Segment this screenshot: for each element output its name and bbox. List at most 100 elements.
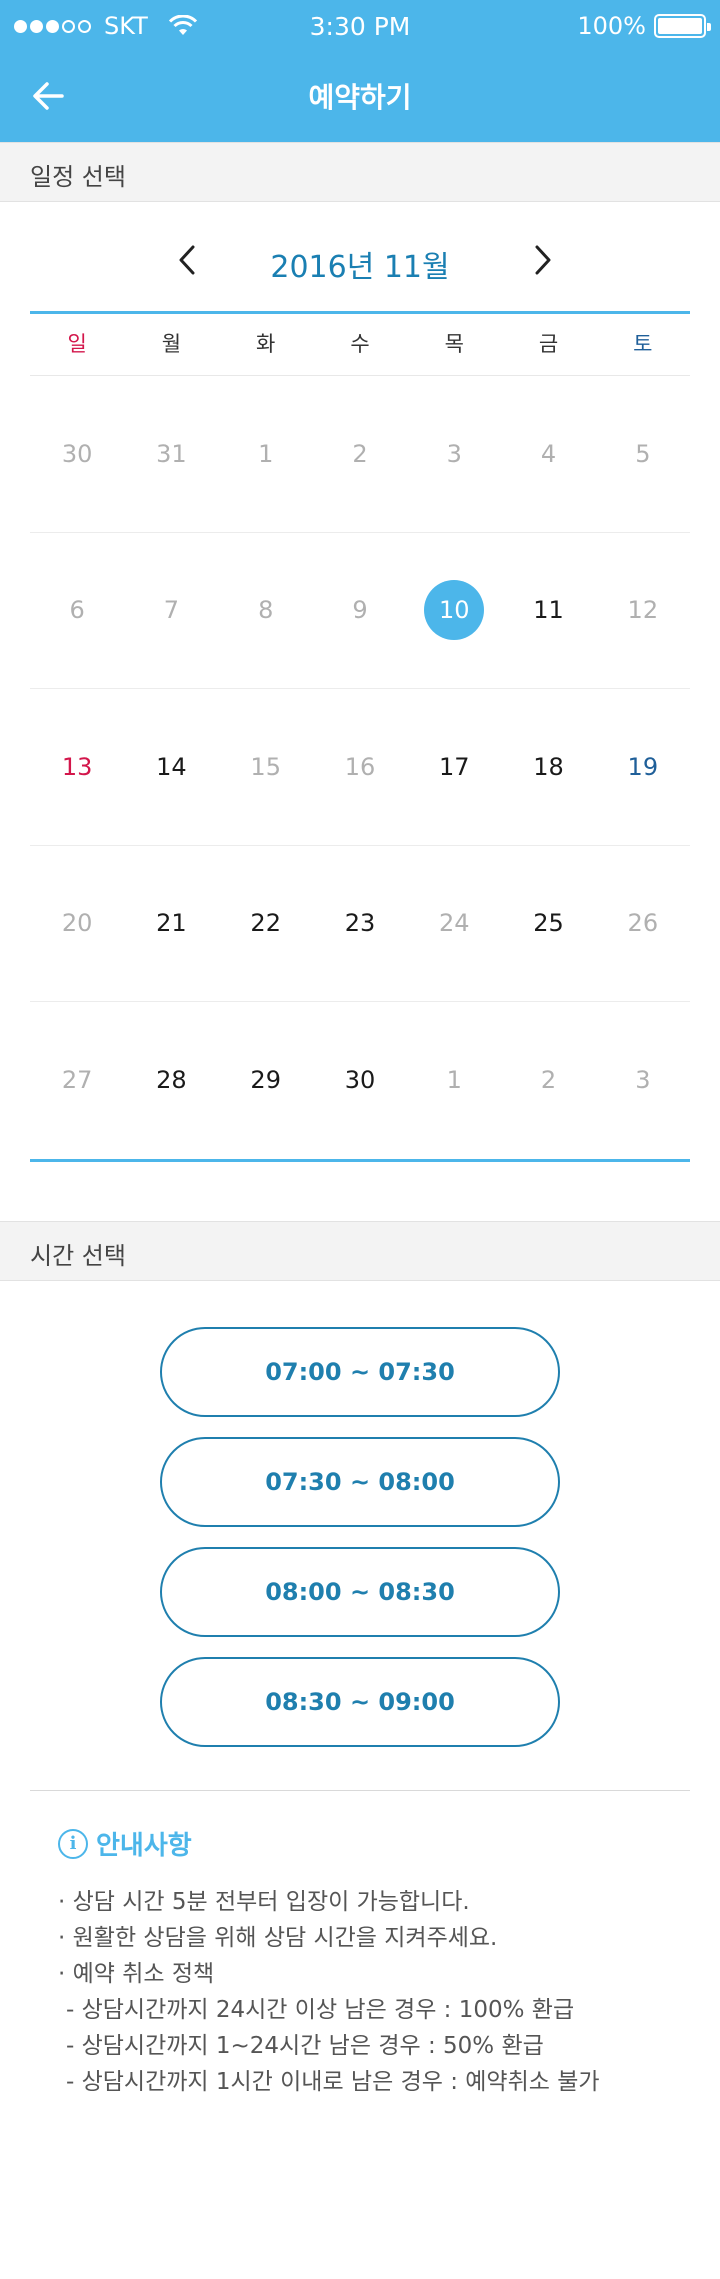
notice-line: - 상담시간까지 24시간 이상 남은 경우 : 100% 환급 <box>66 1997 575 2023</box>
notice-line: - 상담시간까지 1시간 이내로 남은 경우 : 예약취소 불가 <box>66 2069 600 2095</box>
calendar-week-row: 27 28 29 30 1 2 3 <box>30 1002 690 1159</box>
next-month-button[interactable] <box>520 238 564 282</box>
calendar-day[interactable]: 21 <box>124 846 218 1002</box>
calendar-day-number: 14 <box>156 752 187 781</box>
calendar-day[interactable]: 30 <box>313 1002 407 1159</box>
calendar-day-number: 15 <box>250 752 281 781</box>
calendar-day-number: 17 <box>438 752 470 781</box>
time-section-header: 시간 선택 <box>0 1221 720 1281</box>
calendar-day[interactable]: 29 <box>219 1002 313 1159</box>
calendar-day-selected[interactable]: 10 <box>407 533 501 689</box>
calendar-day-number: 3 <box>446 439 462 468</box>
calendar-day-number: 7 <box>163 596 180 625</box>
calendar-day[interactable]: 14 <box>124 689 218 845</box>
calendar-day-number: 10 <box>424 580 485 641</box>
calendar-day-number: 20 <box>61 909 93 938</box>
calendar-day-number: 27 <box>61 1066 93 1095</box>
calendar-day: 31 <box>124 376 218 532</box>
calendar-day-number: 30 <box>61 439 93 468</box>
calendar-day: 30 <box>30 376 124 532</box>
calendar-day[interactable]: 17 <box>407 689 501 845</box>
calendar-week-row: 13 14 15 16 17 18 19 <box>30 689 690 846</box>
battery-icon <box>654 14 711 38</box>
weekday-label: 월 <box>161 332 182 356</box>
calendar-day-number: 2 <box>352 439 368 468</box>
calendar-day-number: 12 <box>627 596 659 625</box>
weekday-label: 수 <box>350 332 370 356</box>
calendar-week-row: 30 31 1 2 3 4 5 <box>30 376 690 533</box>
calendar-day: 26 <box>596 846 690 1002</box>
divider <box>30 1790 690 1791</box>
calendar-day-number: 9 <box>352 596 368 625</box>
schedule-section-header: 일정 선택 <box>0 142 720 202</box>
calendar-day: 12 <box>596 533 690 689</box>
calendar-day-number: 22 <box>250 909 281 938</box>
notice-title: i 안내사항 <box>58 1825 678 1862</box>
calendar-week-row: 6 7 8 9 10 11 12 <box>30 533 690 689</box>
calendar-day: 1 <box>219 376 313 532</box>
status-right: 100% <box>577 12 711 40</box>
weekday-label: 토 <box>633 332 653 356</box>
calendar-day-number: 30 <box>344 1066 376 1095</box>
calendar-day: 1 <box>407 1002 501 1159</box>
calendar-day: 8 <box>219 533 313 689</box>
calendar-day: 3 <box>596 1002 690 1159</box>
time-slot-button[interactable]: 07:00 ~ 07:30 <box>160 1327 560 1417</box>
notice-box: i 안내사항 · 상담 시간 5분 전부터 입장이 가능합니다. · 원활한 상담… <box>58 1825 678 2100</box>
calendar-day-number: 6 <box>69 596 85 625</box>
calendar-day-number: 26 <box>627 909 659 938</box>
info-icon: i <box>58 1828 88 1859</box>
calendar-day: 6 <box>30 533 124 689</box>
calendar-day-number: 24 <box>438 909 470 938</box>
calendar-day-number: 16 <box>344 752 376 781</box>
calendar-day[interactable]: 22 <box>219 846 313 1002</box>
notice-lines: · 상담 시간 5분 전부터 입장이 가능합니다. · 원활한 상담을 위해 상담… <box>58 1884 678 2100</box>
calendar-day[interactable]: 19 <box>596 689 690 845</box>
calendar-day[interactable]: 25 <box>501 846 595 1002</box>
calendar-day-number: 2 <box>540 1066 557 1095</box>
calendar-day-number: 25 <box>533 909 564 938</box>
calendar-day: 27 <box>30 1002 124 1159</box>
time-section-label: 시간 선택 <box>30 1242 126 1270</box>
time-slot-button[interactable]: 08:00 ~ 08:30 <box>160 1547 560 1637</box>
notice-line: · 예약 취소 정책 <box>58 1961 215 1987</box>
calendar-day: 2 <box>313 376 407 532</box>
calendar-weeks: 30 31 1 2 3 4 5 6 7 8 9 10 11 12 13 14 15 16 17 18 19 20 21 22 2… <box>30 376 690 1159</box>
time-slot-button[interactable]: 08:30 ~ 09:00 <box>160 1657 560 1747</box>
time-slot-button[interactable]: 07:30 ~ 08:00 <box>160 1437 560 1527</box>
calendar-day[interactable]: 13 <box>30 689 124 845</box>
calendar-day: 9 <box>313 533 407 689</box>
calendar-day: 5 <box>596 376 690 532</box>
calendar-day[interactable]: 18 <box>501 689 595 845</box>
calendar-day[interactable]: 11 <box>501 533 595 689</box>
schedule-section-label: 일정 선택 <box>30 163 126 191</box>
calendar-day-number: 29 <box>250 1066 281 1095</box>
calendar-day[interactable]: 23 <box>313 846 407 1002</box>
calendar-day-number: 1 <box>258 439 274 468</box>
notice-line: · 원활한 상담을 위해 상담 시간을 지켜주세요. <box>58 1925 498 1951</box>
calendar-day: 20 <box>30 846 124 1002</box>
app-header: SKT 3:30 PM 100% 예약하기 <box>0 0 720 142</box>
time-slot-list: 07:00 ~ 07:30 07:30 ~ 08:00 08:00 ~ 08:30 0… <box>160 1327 560 1767</box>
notice-line: · 상담 시간 5분 전부터 입장이 가능합니다. <box>58 1889 470 1915</box>
calendar-day-number: 1 <box>446 1066 462 1095</box>
calendar-day-number: 11 <box>533 596 564 625</box>
notice-line: - 상담시간까지 1~24시간 남은 경우 : 50% 환급 <box>66 2033 544 2059</box>
nav-bar: 예약하기 <box>0 52 720 142</box>
calendar-day-number: 8 <box>258 596 274 625</box>
calendar-day: 7 <box>124 533 218 689</box>
weekday-label: 화 <box>256 332 276 356</box>
calendar-day[interactable]: 28 <box>124 1002 218 1159</box>
calendar-day-number: 4 <box>540 439 557 468</box>
calendar-week-row: 20 21 22 23 24 25 26 <box>30 846 690 1002</box>
weekday-label: 일 <box>67 332 87 356</box>
calendar-day-number: 5 <box>635 439 651 468</box>
page-title: 예약하기 <box>308 81 412 114</box>
battery-percent: 100% <box>577 12 646 40</box>
status-bar: SKT 3:30 PM 100% <box>0 0 720 52</box>
calendar-day: 24 <box>407 846 501 1002</box>
calendar-day-number: 28 <box>156 1066 187 1095</box>
weekday-label: 금 <box>538 332 559 356</box>
weekday-label: 목 <box>444 332 464 356</box>
calendar-day-number: 21 <box>156 909 187 938</box>
